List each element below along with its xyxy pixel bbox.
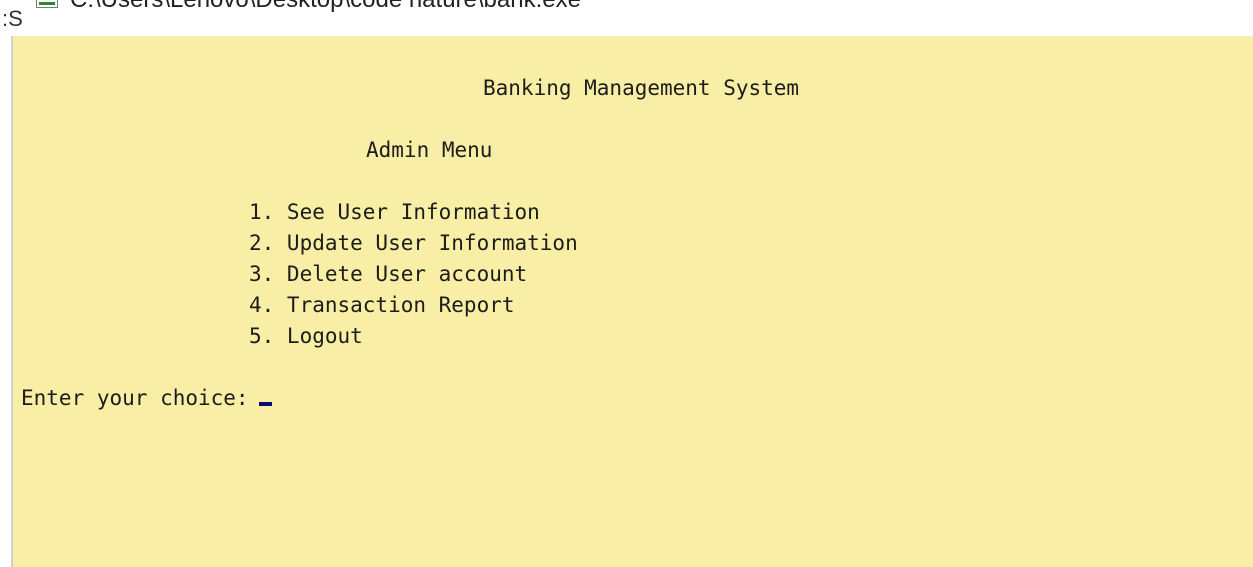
menu-item-delete-user-account: 3. Delete User account xyxy=(249,262,528,286)
console-output-area[interactable]: Banking Management System Admin Menu 1. … xyxy=(11,36,1253,567)
choice-prompt-line[interactable]: Enter your choice: xyxy=(21,386,272,410)
choice-prompt: Enter your choice: xyxy=(21,386,249,410)
console-app-icon xyxy=(36,0,58,8)
menu-item-see-user-information: 1. See User Information xyxy=(249,200,540,224)
menu-item-transaction-report: 4. Transaction Report xyxy=(249,293,515,317)
title-bar[interactable]: :S C:\Users\Lenovo\Desktop\code nature\b… xyxy=(0,0,1253,36)
console-window: :S C:\Users\Lenovo\Desktop\code nature\b… xyxy=(0,0,1253,567)
menu-item-logout: 5. Logout xyxy=(249,324,363,348)
window-title: C:\Users\Lenovo\Desktop\code nature\bank… xyxy=(70,0,581,13)
menu-item-update-user-information: 2. Update User Information xyxy=(249,231,578,255)
app-heading: Banking Management System xyxy=(483,76,800,100)
left-edge-text: :S xyxy=(2,6,23,31)
text-cursor xyxy=(258,402,272,406)
menu-title: Admin Menu xyxy=(366,138,493,162)
